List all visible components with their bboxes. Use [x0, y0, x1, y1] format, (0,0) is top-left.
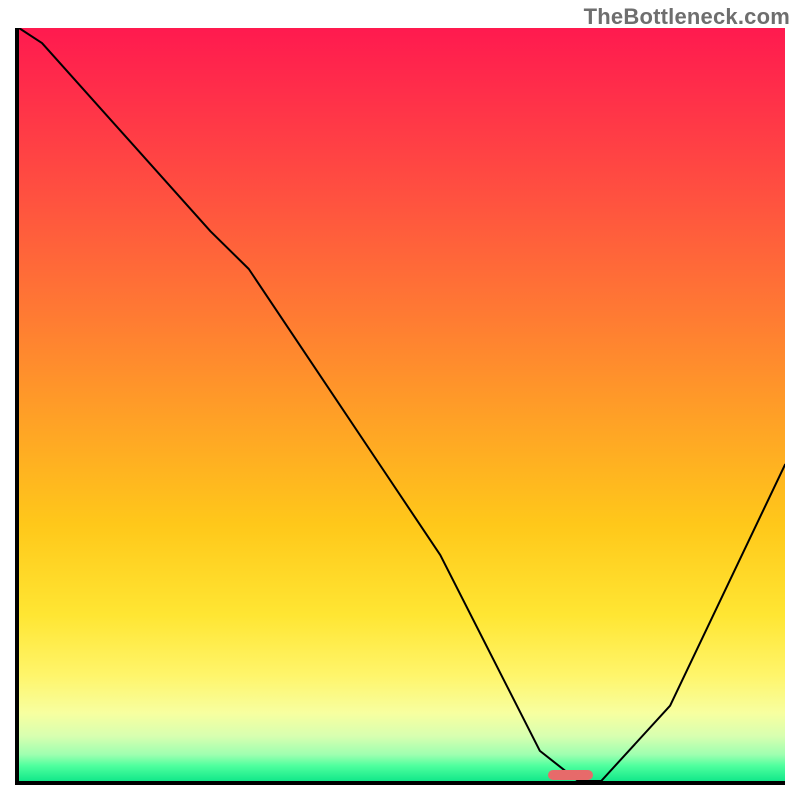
chart-container: TheBottleneck.com [0, 0, 800, 800]
optimal-range-marker [548, 770, 594, 780]
plot-area [15, 28, 785, 785]
bottleneck-curve-path [19, 28, 785, 781]
curve-svg [19, 28, 785, 781]
watermark-text: TheBottleneck.com [584, 4, 790, 30]
